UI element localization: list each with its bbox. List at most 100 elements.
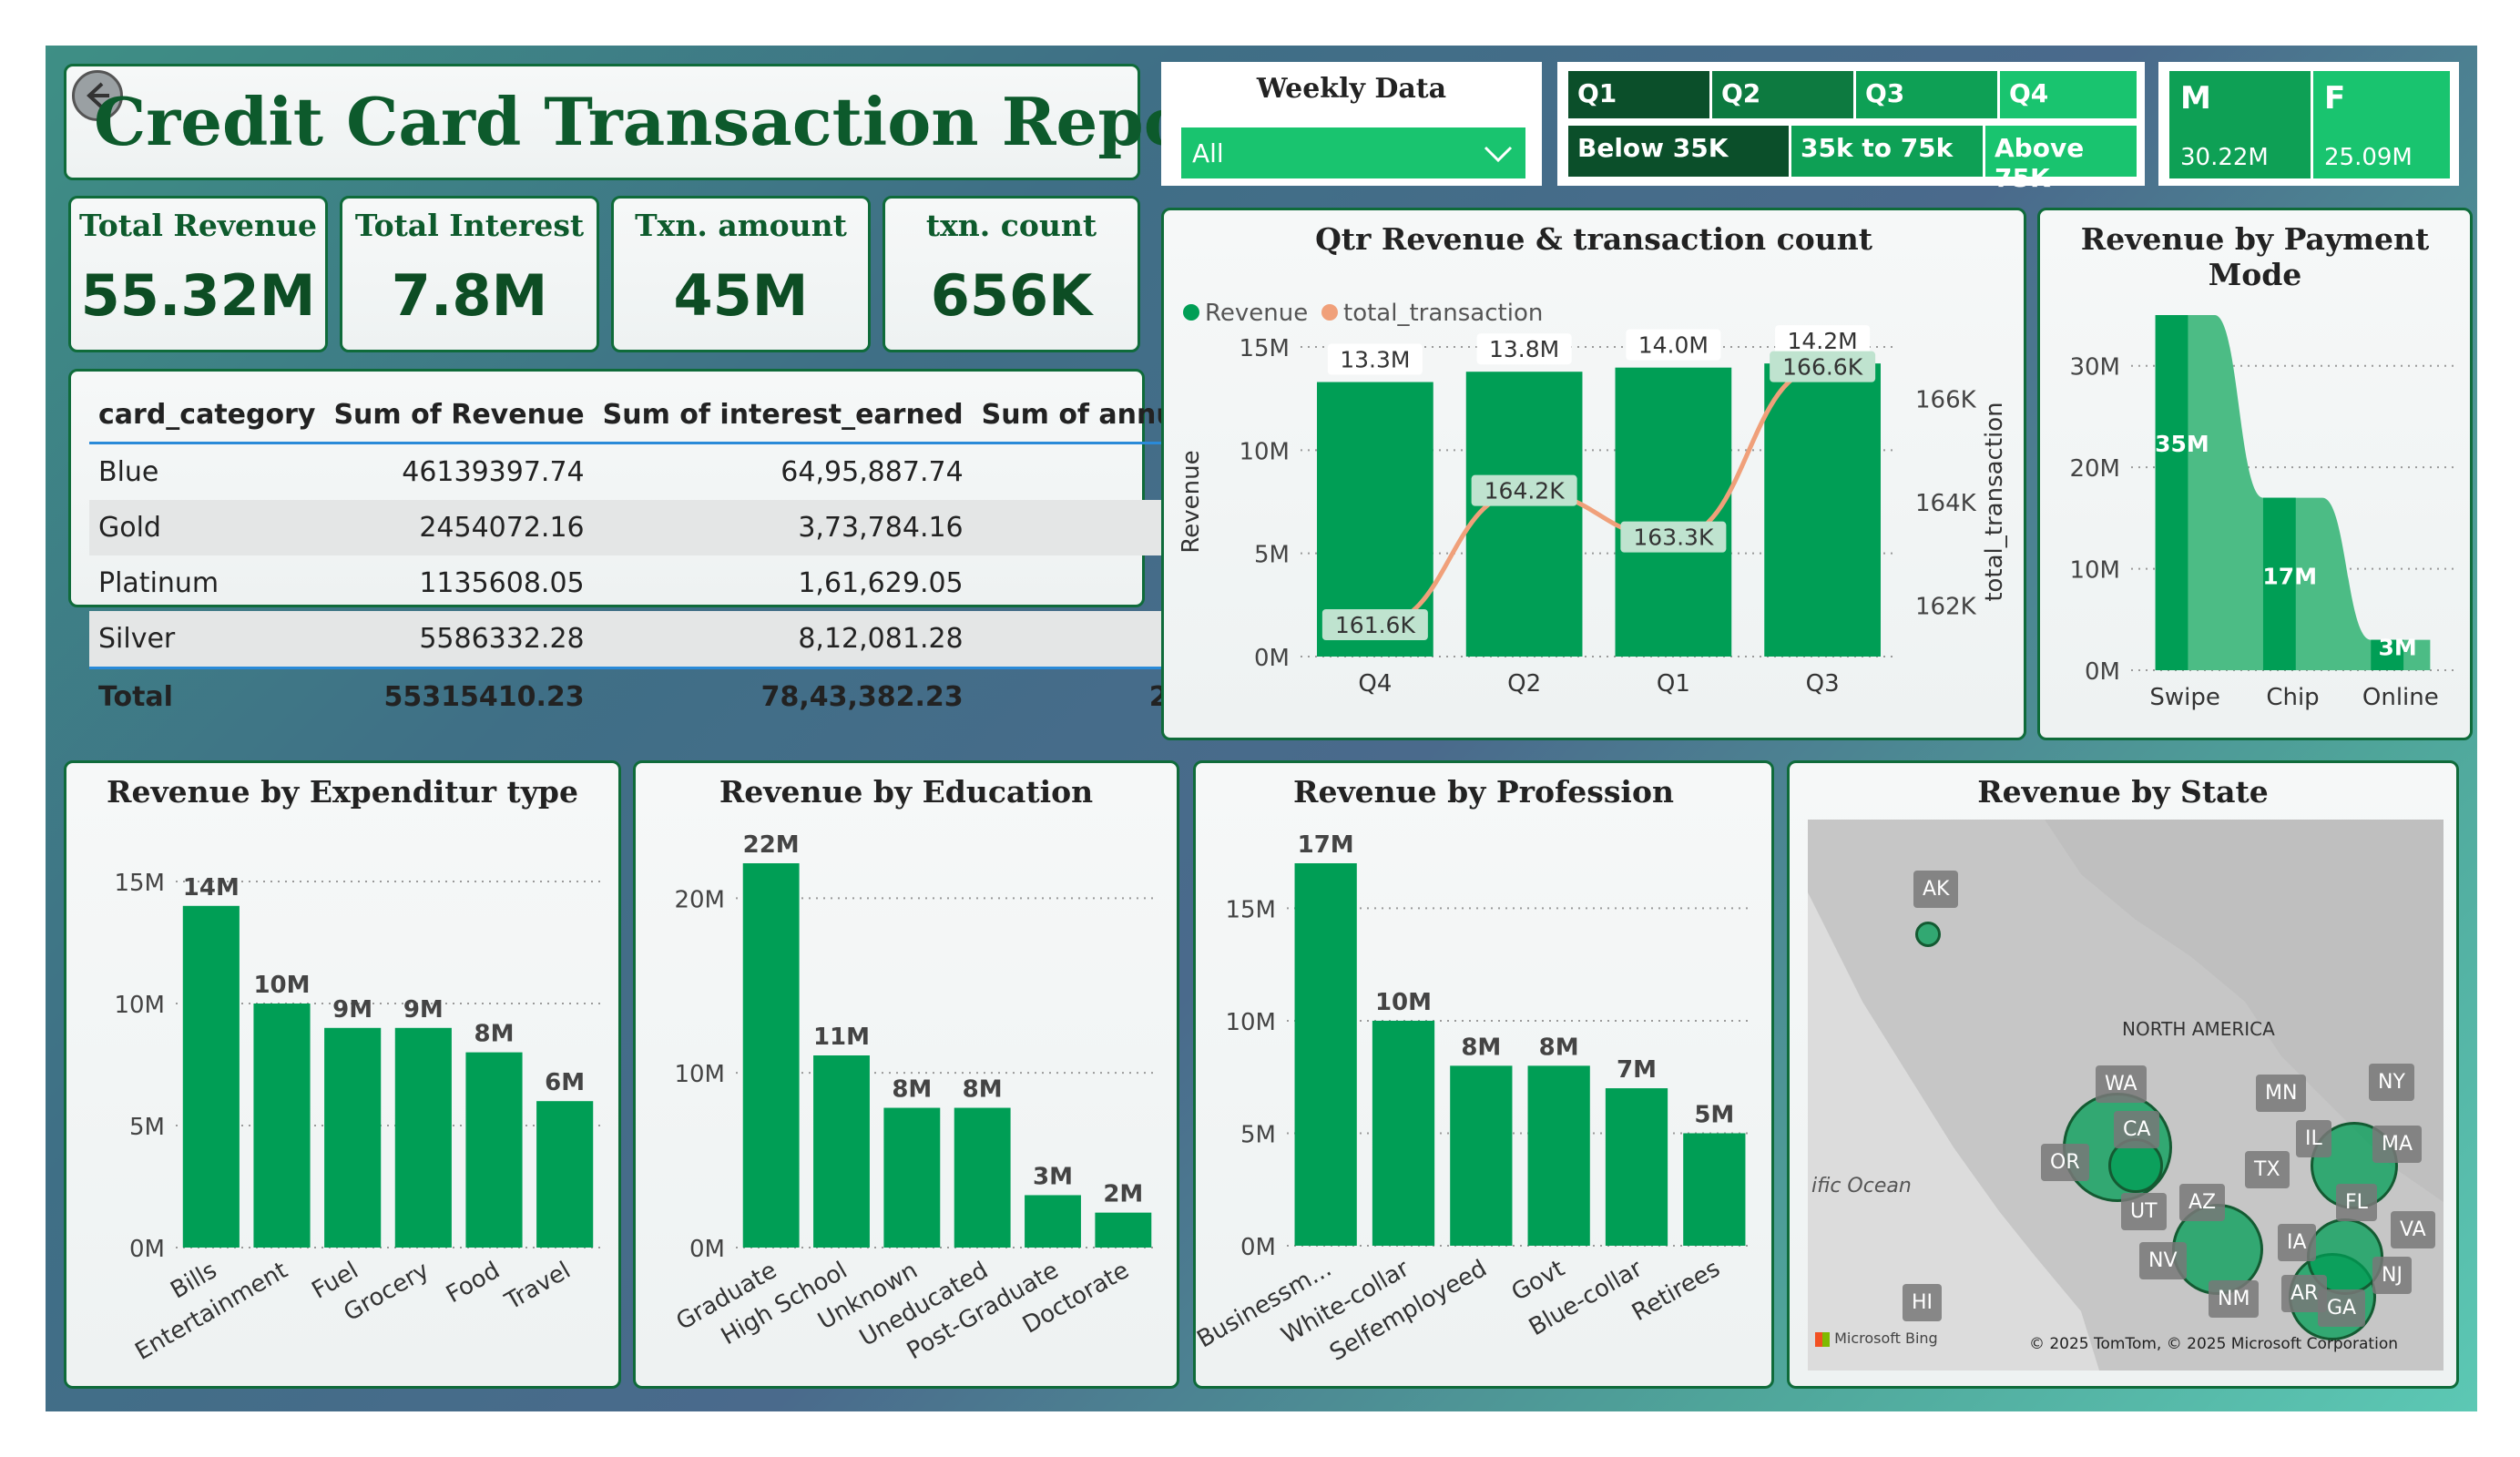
profession-chart-panel: Revenue by Profession 0M 5M 10M 15M 17M Busin…	[1193, 760, 1774, 1389]
column-header[interactable]: Sum of interest_earned	[593, 388, 973, 444]
bar	[1764, 363, 1881, 657]
table-row[interactable]: Blue 46139397.74 64,95,887.74 2685635	[89, 443, 1291, 501]
y-tick-label: 30M	[2069, 354, 2120, 382]
y-tick-label: 15M	[114, 870, 165, 897]
bar	[1294, 863, 1357, 1246]
state-bubble[interactable]	[1915, 922, 1941, 947]
state-label: OR	[2041, 1144, 2089, 1181]
table-cell: Silver	[89, 611, 325, 668]
state-label: WA	[2096, 1065, 2147, 1103]
payment-mode-chart-panel: Revenue by Payment Mode 0M 10M 20M 30M 35M Sw…	[2037, 208, 2473, 740]
bar	[465, 1052, 523, 1248]
y-tick-label: 10M	[114, 992, 165, 1019]
table-cell: Gold	[89, 500, 325, 555]
kpi-value: 55.32M	[80, 262, 316, 329]
state-label: IA	[2278, 1224, 2316, 1261]
bar	[1095, 1212, 1152, 1248]
table-cell: 55315410.23	[324, 667, 594, 725]
card-category-table-panel: card_category Sum of Revenue Sum of inte…	[68, 369, 1291, 725]
state-map[interactable]: ific Ocean NORTH AMERICA AK WA MN NY CA OR IL M…	[1808, 820, 2443, 1370]
data-label: 13.3M	[1340, 347, 1410, 373]
education-chart-panel: Revenue by Education 0M 10M 20M 22M Graduate…	[633, 760, 1179, 1389]
legend-marker	[1183, 304, 1199, 321]
gender-male-label: M	[2180, 80, 2211, 117]
kpi-card-total-revenue: Total Revenue 55.32M	[68, 196, 328, 352]
gender-female-label: F	[2324, 80, 2346, 117]
chevron-down-icon	[1484, 146, 1513, 163]
y-tick-label: 20M	[674, 886, 725, 913]
card-category-table: card_category Sum of Revenue Sum of inte…	[89, 388, 1291, 725]
kpi-title: txn. count	[925, 208, 1097, 243]
weekly-dropdown[interactable]: All	[1181, 127, 1525, 178]
data-label: 17M	[1298, 831, 1354, 859]
data-label: 6M	[545, 1069, 585, 1096]
data-label: 11M	[813, 1024, 870, 1051]
weekly-slicer: Weekly Data All	[1161, 62, 1542, 186]
data-label: 5M	[1694, 1101, 1734, 1128]
column-header[interactable]: Sum of Revenue	[324, 388, 594, 444]
y2-tick-label: 164K	[1915, 490, 1977, 517]
legend-label: Revenue	[1205, 300, 1308, 327]
bar	[1615, 367, 1732, 657]
x-tick-label: Travel	[500, 1257, 576, 1316]
data-label: 8M	[1539, 1034, 1579, 1061]
bar	[1683, 1133, 1746, 1246]
education-chart: 0M10M20M22MGraduate11MHigh School8MUnkno…	[672, 831, 1158, 1365]
y-tick-label: 0M	[689, 1236, 725, 1263]
bar	[1450, 1065, 1513, 1246]
y-tick-label: 10M	[674, 1061, 725, 1088]
state-label: NY	[2369, 1064, 2414, 1101]
table-total-row: Total 55315410.23 78,43,382.23 2950015	[89, 667, 1291, 725]
legend-marker	[1321, 304, 1338, 321]
state-label: MN	[2256, 1075, 2307, 1112]
quarter-q4[interactable]: Q4	[2000, 71, 2137, 118]
table-cell: 46139397.74	[402, 456, 585, 488]
windows-logo-icon	[1815, 1331, 1830, 1347]
bing-brand: Microsoft Bing	[1834, 1330, 1938, 1347]
y-tick-label: 15M	[1225, 896, 1276, 923]
map-ocean-label: ific Ocean	[1811, 1175, 1912, 1197]
y-tick-label: 5M	[1254, 542, 1290, 569]
y-tick-label: 20M	[2069, 455, 2120, 483]
data-label: 8M	[892, 1076, 932, 1104]
chart-title: Qtr Revenue & transaction count	[1315, 221, 1872, 257]
x-tick-label: Food	[442, 1257, 505, 1309]
table-row[interactable]: Silver 5586332.28 8,12,081.28 187505	[89, 611, 1291, 668]
legend-label: total_transaction	[1343, 300, 1543, 327]
y-tick-label: 0M	[1254, 645, 1290, 672]
state-label: NV	[2139, 1242, 2187, 1279]
gender-male[interactable]: M 30.22M	[2169, 71, 2311, 178]
y-tick-label: 0M	[2085, 658, 2120, 686]
x-tick-label: Retirees	[1627, 1255, 1725, 1327]
data-label: 22M	[743, 831, 800, 859]
bar	[1025, 1195, 1081, 1248]
table-cell: 64,95,887.74	[780, 456, 964, 488]
bar	[1465, 372, 1583, 657]
chart-legend: Revenue total_transaction	[1183, 300, 1543, 327]
gender-female[interactable]: F 25.09M	[2313, 71, 2450, 178]
table-row[interactable]: Gold 2454072.16 3,73,784.16 56210	[89, 500, 1291, 555]
income-above-75k[interactable]: Above 75K	[1985, 126, 2137, 193]
state-label: CA	[2114, 1111, 2160, 1148]
state-label: FL	[2336, 1184, 2377, 1221]
gender-male-value: 30.22M	[2180, 144, 2269, 171]
income-below-35k[interactable]: Below 35K	[1568, 126, 1789, 177]
table-cell: Total	[89, 667, 325, 725]
table-row[interactable]: Platinum 1135608.05 1,61,629.05 20665	[89, 555, 1291, 611]
column-header[interactable]: card_category	[89, 388, 325, 444]
series-line	[1374, 365, 1823, 628]
quarter-q2[interactable]: Q2	[1712, 71, 1853, 118]
quarter-income-slicer: Q1 Q2 Q3 Q4 Below 35K 35k to 75k Above 7…	[1557, 62, 2145, 193]
quarter-q1[interactable]: Q1	[1568, 71, 1709, 118]
state-label: MA	[2372, 1126, 2423, 1163]
data-label: 13.8M	[1489, 336, 1559, 362]
bar	[954, 1107, 1011, 1248]
title-panel: Credit Card Transaction Report	[64, 64, 1252, 180]
quarter-q3[interactable]: Q3	[1856, 71, 1997, 118]
y-tick-label: 10M	[1239, 438, 1290, 465]
bar	[813, 1055, 870, 1248]
page-title: Credit Card Transaction Report	[94, 83, 1252, 160]
income-35k-75k[interactable]: 35k to 75k	[1791, 126, 1983, 177]
x-tick-label: Q3	[1806, 670, 1840, 698]
map-region-label: NORTH AMERICA	[2122, 1018, 2275, 1040]
